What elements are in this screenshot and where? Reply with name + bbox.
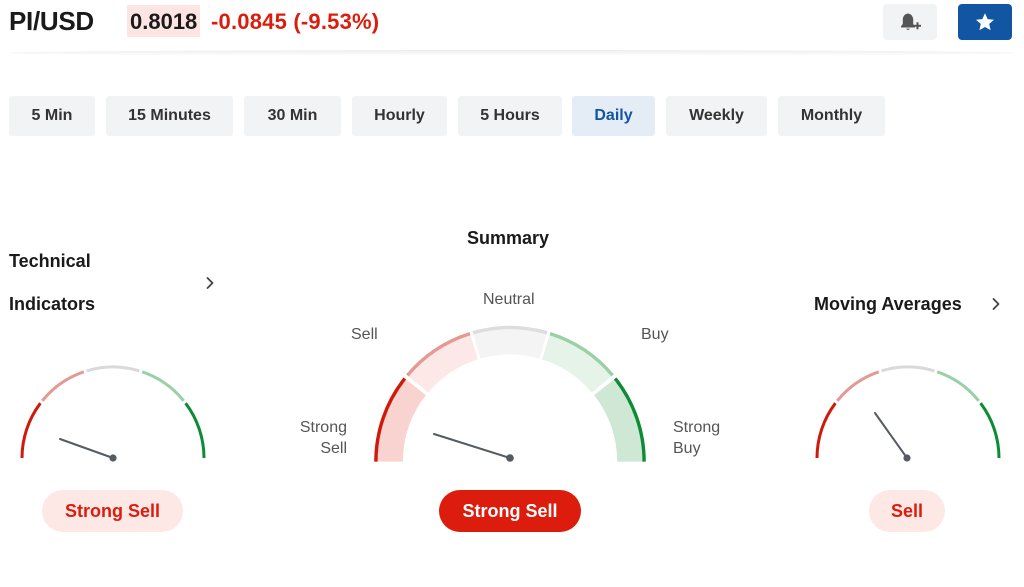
gauge-neutral-arc [86, 365, 140, 373]
change-value: -0.0845 [211, 9, 288, 34]
gauge-buy-arc [936, 370, 980, 402]
summary-label-strong-buy: Strong Buy [673, 417, 720, 459]
summary-band-buy [542, 332, 614, 393]
technical-indicators-title-line1[interactable]: Technical [9, 251, 91, 272]
tab-30-min[interactable]: 30 Min [244, 96, 341, 136]
gauge-strong-buy-arc [979, 402, 1001, 459]
summary-verdict-badge: Strong Sell [439, 490, 581, 532]
tab-hourly[interactable]: Hourly [352, 96, 447, 136]
summary-label-strong-buy-line1: Strong [673, 419, 721, 436]
tab-weekly[interactable]: Weekly [666, 96, 767, 136]
summary-gauge [374, 325, 646, 462]
moving-averages-verdict-badge: Sell [869, 490, 945, 532]
summary-label-strong-sell-line2: Sell [320, 440, 347, 457]
bell-plus-icon [901, 13, 921, 30]
gauge-pivot [109, 454, 117, 462]
watchlist-star-button[interactable] [958, 4, 1012, 40]
moving-averages-gauge [815, 365, 1001, 462]
tab-daily[interactable]: Daily [572, 96, 655, 136]
gauge-sell-arc [836, 370, 880, 402]
gauge-pivot [506, 454, 514, 462]
moving-averages-title[interactable]: Moving Averages [814, 294, 962, 315]
chevron-right-icon[interactable] [989, 297, 1003, 311]
technical-indicators-gauge [20, 365, 206, 462]
change-percent: (-9.53%) [293, 9, 380, 34]
summary-label-neutral: Neutral [483, 291, 535, 308]
summary-label-strong-buy-line2: Buy [673, 440, 701, 457]
tab-15-minutes[interactable]: 15 Minutes [106, 96, 233, 136]
gauge-needle [433, 433, 511, 459]
gauge-strong-sell-arc [20, 402, 42, 459]
tab-5-hours[interactable]: 5 Hours [458, 96, 562, 136]
add-alert-button[interactable] [883, 4, 937, 40]
star-icon [976, 13, 994, 31]
gauge-buy-arc [141, 370, 185, 402]
instrument-header: PI/USD 0.8018 -0.0845 (-9.53%) [0, 0, 1024, 52]
header-divider [8, 50, 1016, 56]
gauge-needle [59, 438, 114, 459]
technical-indicators-verdict-badge: Strong Sell [42, 490, 183, 532]
tab-5-min[interactable]: 5 Min [9, 96, 95, 136]
gauge-neutral-arc [881, 365, 935, 373]
gauge-sell-arc [41, 370, 85, 402]
gauge-needle [874, 412, 908, 459]
summary-band-sell [406, 332, 478, 393]
technical-indicators-title-line2[interactable]: Indicators [9, 294, 95, 315]
gauge-strong-buy-arc [184, 402, 206, 459]
gauge-pivot [903, 454, 911, 462]
summary-label-strong-sell: Strong Sell [300, 417, 347, 459]
tab-monthly[interactable]: Monthly [778, 96, 885, 136]
price-change: -0.0845 (-9.53%) [211, 9, 379, 35]
chevron-right-icon[interactable] [203, 276, 217, 290]
gauge-strong-sell-arc [815, 402, 837, 459]
summary-label-strong-sell-line1: Strong [299, 419, 347, 436]
summary-title: Summary [467, 228, 550, 248]
pair-title: PI/USD [9, 6, 94, 36]
last-price: 0.8018 [127, 5, 201, 37]
